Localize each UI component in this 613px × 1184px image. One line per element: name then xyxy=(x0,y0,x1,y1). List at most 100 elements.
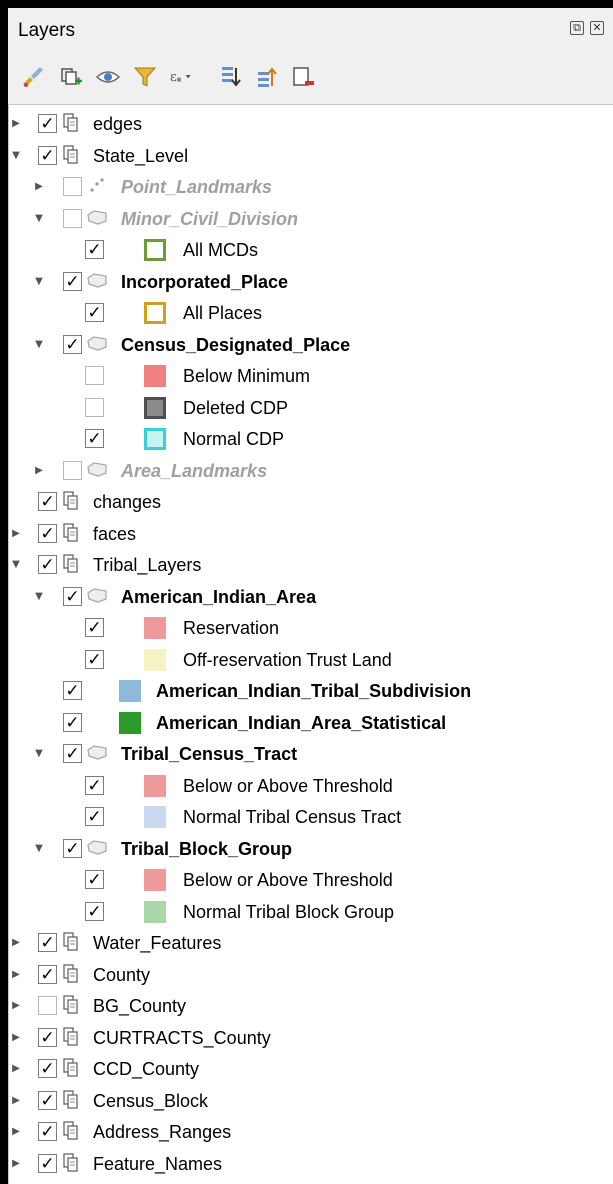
visibility-checkbox[interactable]: ✓ xyxy=(85,807,104,826)
layer-row-tribal-census-tract[interactable]: ▼ ✓ Tribal_Census_Tract xyxy=(9,739,613,770)
float-panel-button[interactable]: ⧉ xyxy=(570,21,584,35)
visibility-checkbox[interactable]: ✓ xyxy=(85,901,104,921)
layer-row-edges[interactable]: ▶ ✓ edges xyxy=(9,109,613,140)
expand-arrow-icon[interactable]: ▼ xyxy=(33,275,45,289)
visibility-checkbox[interactable]: ✓ xyxy=(38,1153,57,1173)
visibility-checkbox[interactable]: ✓ xyxy=(63,681,82,700)
visibility-checkbox[interactable]: ✓ xyxy=(63,334,82,354)
add-group-icon[interactable] xyxy=(58,64,84,90)
layer-row-all-mcds[interactable]: ✓ All MCDs xyxy=(9,235,613,266)
layer-row-area-landmarks[interactable]: ▶ Area_Landmarks xyxy=(9,456,613,487)
remove-layer-icon[interactable] xyxy=(290,64,316,90)
collapse-arrow-icon[interactable]: ▶ xyxy=(10,1031,22,1045)
layer-row-ccd-county[interactable]: ▶ ✓ CCD_County xyxy=(9,1054,613,1085)
expand-arrow-icon[interactable]: ▼ xyxy=(33,212,45,226)
layer-row-census-block[interactable]: ▶ ✓ Census_Block xyxy=(9,1086,613,1117)
visibility-checkbox[interactable]: ✓ xyxy=(38,1027,57,1047)
expand-arrow-icon[interactable]: ▼ xyxy=(10,149,22,163)
visibility-checkbox[interactable]: ✓ xyxy=(38,964,57,984)
layer-row-normal-tribal-census-tract[interactable]: ✓ Normal Tribal Census Tract xyxy=(9,802,613,833)
visibility-checkbox[interactable]: ✓ xyxy=(63,586,82,606)
layer-row-below-or-above-threshold[interactable]: ✓ Below or Above Threshold xyxy=(9,865,613,896)
layer-row-american-indian-tribal-subdivision[interactable]: ✓ American_Indian_Tribal_Subdivision xyxy=(9,676,613,707)
layer-row-point-landmarks[interactable]: ▶ Point_Landmarks xyxy=(9,172,613,203)
visibility-checkbox[interactable]: ✓ xyxy=(63,744,82,763)
layer-row-below-minimum[interactable]: Below Minimum xyxy=(9,361,613,392)
layer-row-deleted-cdp[interactable]: Deleted CDP xyxy=(9,393,613,424)
collapse-arrow-icon[interactable]: ▶ xyxy=(10,1125,22,1139)
layer-row-faces[interactable]: ▶ ✓ faces xyxy=(9,519,613,550)
layer-row-reservation[interactable]: ✓ Reservation xyxy=(9,613,613,644)
expand-arrow-icon[interactable]: ▼ xyxy=(10,558,22,572)
visibility-eye-icon[interactable] xyxy=(95,64,121,90)
visibility-checkbox[interactable] xyxy=(63,177,82,196)
expand-all-icon[interactable] xyxy=(218,64,244,90)
style-manager-icon[interactable] xyxy=(20,64,46,90)
visibility-checkbox[interactable]: ✓ xyxy=(85,775,104,795)
visibility-checkbox[interactable]: ✓ xyxy=(63,838,82,858)
visibility-checkbox[interactable]: ✓ xyxy=(63,712,82,732)
visibility-checkbox[interactable]: ✓ xyxy=(85,429,104,448)
close-panel-button[interactable]: ✕ xyxy=(590,21,604,35)
visibility-checkbox[interactable]: ✓ xyxy=(38,1090,57,1110)
layer-row-minor-civil-division[interactable]: ▼ Minor_Civil_Division xyxy=(9,204,613,235)
visibility-checkbox[interactable] xyxy=(85,366,104,385)
layer-tree[interactable]: ▶ ✓ edges ▼ ✓ State_Level ▶ Point_Landmarks ▼ Min… xyxy=(8,104,613,1184)
visibility-checkbox[interactable] xyxy=(38,996,57,1015)
visibility-checkbox[interactable]: ✓ xyxy=(38,492,57,511)
expand-arrow-icon[interactable]: ▼ xyxy=(33,590,45,604)
visibility-checkbox[interactable]: ✓ xyxy=(38,933,57,952)
visibility-checkbox[interactable]: ✓ xyxy=(38,114,57,133)
layer-row-off-reservation-trust-land[interactable]: ✓ Off-reservation Trust Land xyxy=(9,645,613,676)
filter-legend-icon[interactable] xyxy=(132,64,158,90)
collapse-arrow-icon[interactable]: ▶ xyxy=(10,527,22,541)
filter-expression-icon[interactable]: ε xyxy=(168,64,194,90)
visibility-checkbox[interactable]: ✓ xyxy=(85,649,104,669)
collapse-arrow-icon[interactable]: ▶ xyxy=(10,999,22,1013)
layer-row-bg-county[interactable]: ▶ BG_County xyxy=(9,991,613,1022)
layer-row-water-features[interactable]: ▶ ✓ Water_Features xyxy=(9,928,613,959)
visibility-checkbox[interactable] xyxy=(85,397,104,417)
layer-row-american-indian-area-statistical[interactable]: ✓ American_Indian_Area_Statistical xyxy=(9,708,613,739)
layer-row-normal-cdp[interactable]: ✓ Normal CDP xyxy=(9,424,613,455)
layer-row-curtracts-county[interactable]: ▶ ✓ CURTRACTS_County xyxy=(9,1023,613,1054)
layer-row-tribal-block-group[interactable]: ▼ ✓ Tribal_Block_Group xyxy=(9,834,613,865)
layer-row-below-or-above-threshold[interactable]: ✓ Below or Above Threshold xyxy=(9,771,613,802)
visibility-checkbox[interactable]: ✓ xyxy=(63,271,82,291)
visibility-checkbox[interactable]: ✓ xyxy=(85,240,104,259)
collapse-arrow-icon[interactable]: ▶ xyxy=(10,1157,22,1171)
visibility-checkbox[interactable]: ✓ xyxy=(85,618,104,637)
visibility-checkbox[interactable]: ✓ xyxy=(38,1122,57,1141)
visibility-checkbox[interactable]: ✓ xyxy=(85,870,104,889)
visibility-checkbox[interactable]: ✓ xyxy=(85,303,104,322)
layer-row-census-designated-place[interactable]: ▼ ✓ Census_Designated_Place xyxy=(9,330,613,361)
layer-row-american-indian-area[interactable]: ▼ ✓ American_Indian_Area xyxy=(9,582,613,613)
expand-arrow-icon[interactable]: ▼ xyxy=(33,747,45,761)
collapse-arrow-icon[interactable]: ▶ xyxy=(10,968,22,982)
visibility-checkbox[interactable] xyxy=(63,208,82,228)
collapse-arrow-icon[interactable]: ▶ xyxy=(33,180,45,194)
visibility-checkbox[interactable]: ✓ xyxy=(38,1059,57,1078)
layer-row-state-level[interactable]: ▼ ✓ State_Level xyxy=(9,141,613,172)
layer-row-address-ranges[interactable]: ▶ ✓ Address_Ranges xyxy=(9,1117,613,1148)
collapse-arrow-icon[interactable]: ▶ xyxy=(10,117,22,131)
collapse-arrow-icon[interactable]: ▶ xyxy=(10,1094,22,1108)
layer-row-tribal-layers[interactable]: ▼ ✓ Tribal_Layers xyxy=(9,550,613,581)
visibility-checkbox[interactable] xyxy=(63,460,82,480)
visibility-checkbox[interactable]: ✓ xyxy=(38,145,57,165)
collapse-all-icon[interactable] xyxy=(254,64,280,90)
collapse-arrow-icon[interactable]: ▶ xyxy=(10,936,22,950)
layer-row-changes[interactable]: ✓ changes xyxy=(9,487,613,518)
layer-row-incorporated-place[interactable]: ▼ ✓ Incorporated_Place xyxy=(9,267,613,298)
expand-arrow-icon[interactable]: ▼ xyxy=(33,338,45,352)
layer-row-feature-names[interactable]: ▶ ✓ Feature_Names xyxy=(9,1149,613,1180)
polygon-layer-icon xyxy=(86,207,108,229)
visibility-checkbox[interactable]: ✓ xyxy=(38,555,57,574)
layer-row-normal-tribal-block-group[interactable]: ✓ Normal Tribal Block Group xyxy=(9,897,613,928)
collapse-arrow-icon[interactable]: ▶ xyxy=(33,464,45,478)
collapse-arrow-icon[interactable]: ▶ xyxy=(10,1062,22,1076)
layer-row-county[interactable]: ▶ ✓ County xyxy=(9,960,613,991)
visibility-checkbox[interactable]: ✓ xyxy=(38,523,57,543)
expand-arrow-icon[interactable]: ▼ xyxy=(33,842,45,856)
layer-row-all-places[interactable]: ✓ All Places xyxy=(9,298,613,329)
